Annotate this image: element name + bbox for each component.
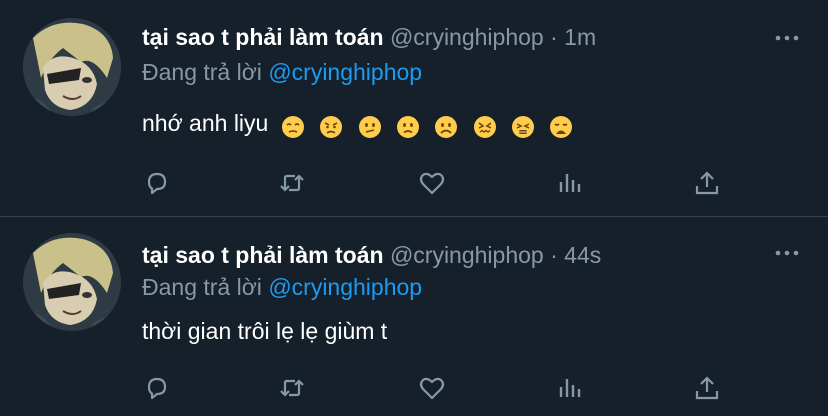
tweet[interactable]: tại sao t phải làm toán @cryinghiphop · … [0,217,828,416]
retweet-icon[interactable] [277,168,307,198]
tweet-text: nhớ anh liyu [142,108,581,140]
timestamp[interactable]: 1m [564,24,596,50]
handle[interactable]: @cryinghiphop [390,242,544,268]
reply-context: Đang trả lời @cryinghiphop [142,57,422,87]
handle[interactable]: @cryinghiphop [390,24,544,50]
reply-mention-link[interactable]: @cryinghiphop [268,274,422,300]
reply-mention-link[interactable]: @cryinghiphop [268,59,422,85]
like-icon[interactable] [417,373,447,403]
tweet-text-content: nhớ anh liyu [142,110,269,136]
separator: · [550,24,558,50]
reply-context: Đang trả lời @cryinghiphop [142,272,422,302]
reply-prefix: Đang trả lời [142,59,262,85]
tweet[interactable]: tại sao t phải làm toán @cryinghiphop · … [0,0,828,216]
weary-face-emoji [549,115,573,139]
display-name[interactable]: tại sao t phải làm toán [142,242,384,268]
confounded-face-emoji [473,115,497,139]
timestamp[interactable]: 44s [564,242,601,268]
retweet-icon[interactable] [277,373,307,403]
like-icon[interactable] [417,168,447,198]
share-icon[interactable] [692,168,722,198]
reply-icon[interactable] [142,373,172,403]
action-bar [142,373,742,403]
display-name[interactable]: tại sao t phải làm toán [142,24,384,50]
analytics-icon[interactable] [555,373,585,403]
action-bar [142,168,742,198]
reply-icon[interactable] [142,168,172,198]
slightly-frowning-face-emoji [396,115,420,139]
separator: · [550,242,558,268]
more-icon[interactable] [772,243,802,263]
avatar[interactable] [23,233,121,331]
share-icon[interactable] [692,373,722,403]
persevering-squint-face-emoji [511,115,535,139]
pensive-face-emoji [281,115,305,139]
frowning-face-emoji [434,115,458,139]
tweet-header: tại sao t phải làm toán @cryinghiphop · … [142,240,601,270]
tweet-text: thời gian trôi lẹ lẹ giùm t [142,316,387,346]
persevering-face-emoji [319,115,343,139]
avatar[interactable] [23,18,121,116]
tweet-text-content: thời gian trôi lẹ lẹ giùm t [142,318,388,344]
confused-face-emoji [358,115,382,139]
more-icon[interactable] [772,28,802,48]
analytics-icon[interactable] [555,168,585,198]
tweet-header: tại sao t phải làm toán @cryinghiphop · … [142,22,596,52]
reply-prefix: Đang trả lời [142,274,262,300]
emoji-row [281,110,582,140]
